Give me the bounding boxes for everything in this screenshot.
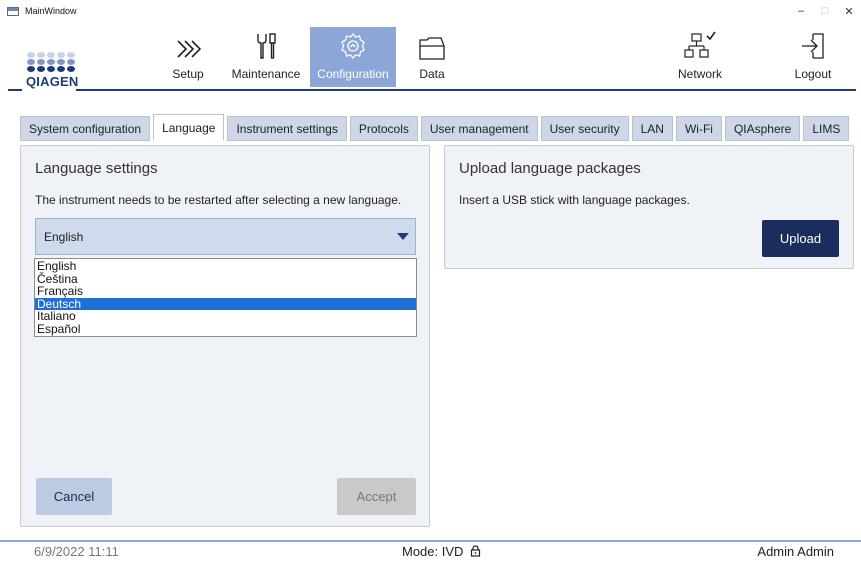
tab-lims[interactable]: LIMS — [803, 116, 850, 141]
tab-lan[interactable]: LAN — [631, 116, 673, 141]
nav-configuration[interactable]: Configuration — [310, 27, 396, 87]
folder-icon — [419, 37, 445, 60]
config-tabs: System configuration Language Instrument… — [20, 114, 852, 141]
upload-language-title: Upload language packages — [459, 160, 641, 177]
language-option-italiano[interactable]: Italiano — [35, 310, 416, 323]
status-bar: 6/9/2022 11:11 Mode: IVD Admin Admin — [0, 540, 861, 562]
window-titlebar: MainWindow – □ ✕ — [0, 0, 861, 22]
language-select[interactable]: English — [35, 218, 416, 255]
wrench-screwdriver-icon — [257, 33, 276, 59]
status-mode: Mode: IVD — [402, 544, 481, 559]
window-title: MainWindow — [25, 6, 77, 16]
nav-logout[interactable]: Logout — [786, 27, 840, 87]
maximize-button[interactable]: □ — [813, 0, 837, 22]
tab-system-configuration[interactable]: System configuration — [20, 116, 151, 141]
tab-user-security[interactable]: User security — [540, 116, 629, 141]
logout-icon — [802, 33, 824, 59]
language-option-deutsch[interactable]: Deutsch — [35, 297, 416, 310]
app-icon — [7, 6, 19, 16]
upload-button[interactable]: Upload — [762, 220, 839, 257]
qiagen-logo: QIAGEN — [26, 52, 78, 89]
nav-network[interactable]: Network — [672, 27, 728, 87]
upload-language-panel: Upload language packages Insert a USB st… — [444, 145, 854, 269]
language-restart-note: The instrument needs to be restarted aft… — [35, 193, 402, 207]
header-rule — [76, 89, 856, 91]
nav-logout-label: Logout — [794, 67, 832, 81]
language-select-value: English — [44, 229, 84, 244]
close-button[interactable]: ✕ — [837, 0, 861, 22]
nav-network-label: Network — [677, 67, 722, 81]
language-option-francais[interactable]: Français — [35, 285, 416, 298]
language-settings-title: Language settings — [35, 160, 158, 177]
nav-data-label: Data — [419, 67, 445, 81]
nav-data[interactable]: Data — [412, 27, 452, 87]
dropdown-arrow-icon[interactable] — [397, 233, 409, 240]
language-settings-panel: Language settings The instrument needs t… — [20, 145, 430, 527]
header-rule-left — [8, 89, 22, 91]
status-mode-label: Mode: IVD — [402, 544, 464, 559]
tab-qiasphere[interactable]: QIAsphere — [724, 116, 801, 141]
status-user: Admin Admin — [757, 544, 834, 559]
lock-icon — [470, 545, 481, 557]
nav-setup[interactable]: Setup — [162, 27, 214, 87]
language-dropdown-list: English Čeština Français Deutsch Italian… — [34, 258, 417, 337]
tab-user-management[interactable]: User management — [420, 116, 538, 141]
language-option-english[interactable]: English — [35, 260, 416, 273]
tab-instrument-settings[interactable]: Instrument settings — [227, 116, 347, 141]
logo-text: QIAGEN — [26, 74, 79, 89]
header-nav: QIAGEN Setup Maintenance Configuration D… — [0, 22, 861, 94]
accept-button[interactable]: Accept — [337, 478, 416, 515]
nav-maintenance[interactable]: Maintenance — [226, 27, 306, 87]
gear-icon — [341, 32, 365, 60]
tab-protocols[interactable]: Protocols — [349, 116, 418, 141]
language-option-cestina[interactable]: Čeština — [35, 272, 416, 286]
chevrons-right-icon — [177, 40, 202, 58]
cancel-button[interactable]: Cancel — [36, 478, 112, 515]
status-datetime: 6/9/2022 11:11 — [34, 544, 119, 559]
nav-configuration-label: Configuration — [317, 67, 389, 81]
tab-wifi[interactable]: Wi-Fi — [675, 116, 722, 141]
nav-maintenance-label: Maintenance — [231, 67, 301, 81]
tab-language[interactable]: Language — [153, 114, 225, 141]
language-option-espanol[interactable]: Español — [35, 322, 416, 336]
upload-usb-note: Insert a USB stick with language package… — [459, 193, 690, 207]
minimize-button[interactable]: – — [789, 0, 813, 22]
nav-setup-label: Setup — [172, 67, 204, 81]
network-check-icon — [684, 31, 716, 58]
